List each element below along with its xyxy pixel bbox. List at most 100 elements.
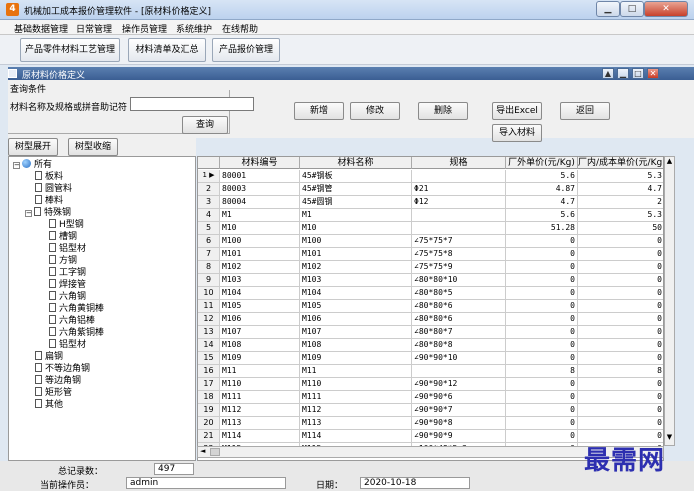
spec-cell[interactable]: ∠90*90*8 [412, 417, 506, 430]
material-name-cell[interactable]: M113 [300, 417, 412, 430]
table-row[interactable]: 18 M111 M111 ∠90*90*6 0 0 [198, 391, 663, 404]
external-price-cell[interactable]: 0 [506, 352, 578, 365]
external-price-cell[interactable]: 0 [506, 339, 578, 352]
material-search-input[interactable] [130, 97, 254, 111]
spec-cell[interactable] [412, 170, 506, 183]
spec-cell[interactable]: ∠75*75*9 [412, 261, 506, 274]
material-code-cell[interactable]: M105 [220, 300, 300, 313]
material-name-cell[interactable]: 45#钢板 [300, 170, 412, 183]
spec-cell[interactable]: ∠90*90*10 [412, 352, 506, 365]
subwindow-restore-button[interactable]: ▲ [602, 68, 614, 79]
external-price-cell[interactable]: 5.6 [506, 170, 578, 183]
table-row[interactable]: 17 M110 M110 ∠90*90*12 0 0 [198, 378, 663, 391]
grid-vertical-scrollbar[interactable]: ▲ ▼ [664, 156, 675, 446]
internal-price-cell[interactable]: 4.7 [578, 183, 663, 196]
external-price-cell[interactable]: 0 [506, 248, 578, 261]
internal-price-cell[interactable]: 0 [578, 274, 663, 287]
tree-item[interactable]: 方钢 [49, 255, 77, 267]
material-code-cell[interactable]: M109 [220, 352, 300, 365]
internal-price-cell[interactable]: 0 [578, 287, 663, 300]
table-row[interactable]: 10 M104 M104 ∠80*80*5 0 0 [198, 287, 663, 300]
spec-cell[interactable]: ∠90*90*6 [412, 391, 506, 404]
internal-price-cell[interactable]: 0 [578, 404, 663, 417]
column-header[interactable]: 规格 [412, 157, 506, 169]
table-row[interactable]: 11 M105 M105 ∠80*80*6 0 0 [198, 300, 663, 313]
tree-item[interactable]: 六角铝棒 [49, 315, 95, 327]
material-code-cell[interactable]: M111 [220, 391, 300, 404]
material-code-cell[interactable]: M110 [220, 378, 300, 391]
material-name-cell[interactable]: M102 [300, 261, 412, 274]
tree-root[interactable]: − 所有 [13, 159, 52, 171]
maximize-button[interactable]: □ [620, 1, 644, 17]
spec-cell[interactable] [412, 222, 506, 235]
material-code-cell[interactable]: 80003 [220, 183, 300, 196]
table-row[interactable]: 13 M107 M107 ∠80*80*7 0 0 [198, 326, 663, 339]
material-code-cell[interactable]: M113 [220, 417, 300, 430]
material-code-cell[interactable]: M11 [220, 365, 300, 378]
subwindow-maximize-button[interactable]: □ [632, 68, 644, 79]
material-name-cell[interactable]: M10 [300, 222, 412, 235]
external-price-cell[interactable]: 8 [506, 365, 578, 378]
external-price-cell[interactable]: 0 [506, 300, 578, 313]
scroll-up-icon[interactable]: ▲ [665, 157, 674, 167]
internal-price-cell[interactable]: 0 [578, 326, 663, 339]
back-button[interactable]: 返回 [560, 102, 610, 120]
column-header[interactable]: 材料名称 [300, 157, 412, 169]
external-price-cell[interactable]: 5.6 [506, 209, 578, 222]
tree-item[interactable]: H型钢 [49, 219, 84, 231]
search-button[interactable]: 查询 [182, 116, 228, 134]
internal-price-cell[interactable]: 8 [578, 365, 663, 378]
material-name-cell[interactable]: M109 [300, 352, 412, 365]
material-code-cell[interactable]: M10 [220, 222, 300, 235]
menu-daily[interactable]: 日常管理 [76, 22, 112, 35]
minimize-button[interactable]: ▁ [596, 1, 620, 17]
external-price-cell[interactable]: 0 [506, 235, 578, 248]
material-name-cell[interactable]: M110 [300, 378, 412, 391]
part-material-process-button[interactable]: 产品零件材料工艺管理 [20, 38, 120, 62]
spec-cell[interactable]: ∠80*80*6 [412, 313, 506, 326]
table-row[interactable]: 16 M11 M11 8 8 [198, 365, 663, 378]
external-price-cell[interactable]: 0 [506, 313, 578, 326]
spec-cell[interactable]: ∠80*80*10 [412, 274, 506, 287]
external-price-cell[interactable]: 0 [506, 404, 578, 417]
spec-cell[interactable] [412, 209, 506, 222]
spec-cell[interactable]: ∠80*80*7 [412, 326, 506, 339]
material-list-button[interactable]: 材料清单及汇总 [128, 38, 206, 62]
table-row[interactable]: 14 M108 M108 ∠80*80*8 0 0 [198, 339, 663, 352]
import-material-button[interactable]: 导入材料 [492, 124, 542, 142]
table-row[interactable]: 2 80003 45#钢管 Φ21 4.87 4.7 [198, 183, 663, 196]
column-header[interactable]: 厂外单价(元/Kg) [506, 157, 578, 169]
column-header[interactable]: 厂内/成本单价(元/Kg) [578, 157, 663, 169]
delete-button[interactable]: 删除 [418, 102, 468, 120]
scroll-thumb[interactable] [210, 448, 220, 456]
spec-cell[interactable]: ∠90*90*7 [412, 404, 506, 417]
internal-price-cell[interactable]: 0 [578, 417, 663, 430]
material-code-cell[interactable]: 80001 [220, 170, 300, 183]
spec-cell[interactable]: ∠75*75*8 [412, 248, 506, 261]
internal-price-cell[interactable]: 5.3 [578, 209, 663, 222]
table-row[interactable]: 19 M112 M112 ∠90*90*7 0 0 [198, 404, 663, 417]
close-button[interactable]: ✕ [644, 1, 688, 17]
table-row[interactable]: 20 M113 M113 ∠90*90*8 0 0 [198, 417, 663, 430]
external-price-cell[interactable]: 51.28 [506, 222, 578, 235]
tree-item[interactable]: 等边角钢 [35, 375, 81, 387]
spec-cell[interactable]: ∠90*90*12 [412, 378, 506, 391]
tree-item[interactable]: 焊接管 [49, 279, 86, 291]
tree-item[interactable]: 铝型材 [49, 243, 86, 255]
material-name-cell[interactable]: M108 [300, 339, 412, 352]
spec-cell[interactable] [412, 365, 506, 378]
material-name-cell[interactable]: M114 [300, 430, 412, 443]
tree-item[interactable]: 不等边角钢 [35, 363, 90, 375]
edit-button[interactable]: 修改 [350, 102, 400, 120]
table-row[interactable]: 1 ▶ 80001 45#钢板 5.6 5.3 [198, 170, 663, 183]
internal-price-cell[interactable]: 50 [578, 222, 663, 235]
table-row[interactable]: 3 80004 45#圆钢 Φ12 4.7 2 [198, 196, 663, 209]
external-price-cell[interactable]: 0 [506, 391, 578, 404]
spec-cell[interactable]: ∠75*75*7 [412, 235, 506, 248]
internal-price-cell[interactable]: 0 [578, 339, 663, 352]
material-name-cell[interactable]: M101 [300, 248, 412, 261]
table-row[interactable]: 7 M101 M101 ∠75*75*8 0 0 [198, 248, 663, 261]
column-header[interactable]: 材料编号 [220, 157, 300, 169]
scroll-down-icon[interactable]: ▼ [665, 433, 674, 443]
tree-item[interactable]: − 特殊钢 [25, 207, 71, 219]
